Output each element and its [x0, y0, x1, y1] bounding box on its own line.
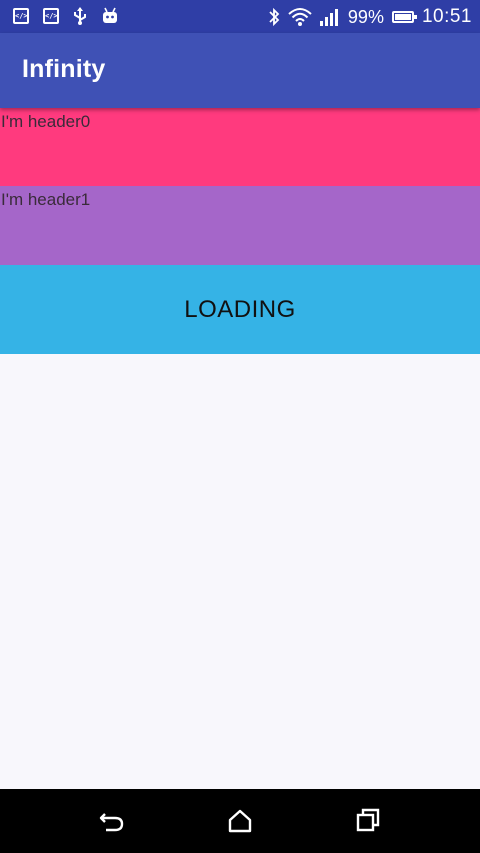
status-time: 10:51 — [421, 6, 472, 27]
list-header-1[interactable]: I'm header1 — [0, 186, 480, 265]
bluetooth-icon — [269, 7, 280, 27]
header-label: I'm header1 — [1, 190, 91, 209]
status-bar: </> </> 99% 10:51 — [0, 0, 480, 33]
code-icon: </> — [43, 8, 59, 24]
home-icon[interactable] — [225, 806, 255, 836]
navigation-bar — [0, 789, 480, 853]
app-title: Infinity — [22, 55, 106, 83]
status-right-icons: 99% 10:51 — [268, 6, 472, 28]
battery-fill — [394, 14, 411, 20]
code-icon: </> — [13, 8, 29, 24]
usb-icon — [74, 7, 86, 25]
battery-percent: 99% — [347, 6, 384, 27]
recent-apps-icon[interactable] — [353, 806, 383, 836]
loading-indicator: LOADING — [0, 265, 480, 354]
list-header-0[interactable]: I'm header0 — [0, 108, 480, 186]
header-label: I'm header0 — [1, 112, 91, 131]
signal-icon — [319, 9, 338, 26]
wifi-icon — [288, 8, 312, 26]
screen: </> </> 99% 10:51 Infinity I'm header0 I… — [0, 0, 480, 853]
app-bar: Infinity — [0, 33, 480, 108]
status-left-icons: </> </> — [13, 7, 119, 25]
battery-icon — [391, 11, 417, 23]
android-icon — [103, 7, 117, 23]
list-empty-area — [0, 354, 480, 789]
back-icon[interactable] — [97, 806, 127, 836]
